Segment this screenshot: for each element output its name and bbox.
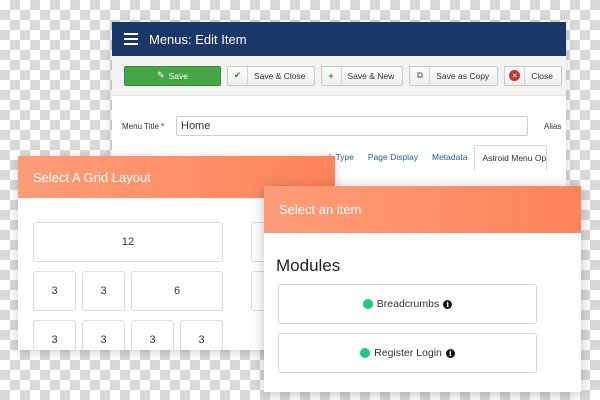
- module-label: Register Login: [374, 347, 442, 359]
- select-item-panel: Select an item Modules Breadcrumbs i Reg…: [264, 186, 581, 392]
- tab-metadata[interactable]: Metadata: [425, 145, 474, 170]
- module-breadcrumbs[interactable]: Breadcrumbs i: [278, 284, 537, 324]
- toolbar: ✎ Save ✔ Save & Close + Save & New ⧉ Sav…: [112, 56, 566, 96]
- page-title: Menus: Edit Item: [149, 31, 247, 47]
- menu-title-label: Menu Title *: [122, 121, 165, 131]
- grid-cell-3[interactable]: 3: [33, 271, 76, 311]
- menu-icon: [124, 33, 138, 45]
- menu-title-row: Menu Title * Home Alias: [122, 116, 561, 136]
- save-close-label: Save & Close: [254, 70, 306, 81]
- grid-cell-3[interactable]: 3: [82, 271, 125, 311]
- copy-icon: ⧉: [410, 66, 431, 85]
- grid-cell-12[interactable]: 12: [33, 222, 223, 262]
- module-register-login[interactable]: Register Login i: [278, 333, 537, 373]
- save-new-label: Save & New: [347, 70, 395, 81]
- menu-title-input[interactable]: Home: [176, 116, 528, 136]
- grid-cell-3[interactable]: 3: [82, 320, 125, 350]
- grid-cell-3[interactable]: 3: [131, 320, 174, 350]
- status-dot-icon: [360, 348, 371, 358]
- check-icon: ✔: [228, 66, 248, 85]
- tab-astroid-menu-options[interactable]: Astroid Menu Op: [474, 145, 548, 170]
- close-icon: ✕: [509, 70, 521, 81]
- save-new-button[interactable]: + Save & New: [320, 65, 404, 86]
- alias-label: Alias: [544, 121, 562, 131]
- save-button-label: Save: [168, 70, 188, 81]
- tab-page-display[interactable]: Page Display: [361, 145, 425, 170]
- close-label: Close: [531, 70, 553, 81]
- save-button[interactable]: ✎ Save: [124, 65, 221, 86]
- close-button[interactable]: ✕ Close: [504, 65, 562, 86]
- module-label: Breadcrumbs: [376, 298, 440, 310]
- select-item-header: Select an item: [264, 186, 581, 233]
- grid-cell-6[interactable]: 6: [131, 271, 223, 311]
- edit-tabs: k Type Page Display Metadata Astroid Men…: [322, 145, 548, 170]
- info-icon[interactable]: i: [445, 348, 455, 358]
- info-icon[interactable]: i: [443, 299, 453, 309]
- grid-cell-3[interactable]: 3: [180, 320, 223, 350]
- admin-header: Menus: Edit Item: [112, 22, 566, 56]
- status-dot-icon: [362, 299, 373, 309]
- save-copy-button[interactable]: ⧉ Save as Copy: [409, 65, 499, 86]
- save-icon: ✎: [157, 70, 165, 80]
- plus-icon: +: [322, 66, 342, 85]
- grid-cell-3[interactable]: 3: [33, 320, 76, 350]
- save-copy-label: Save as Copy: [436, 70, 490, 81]
- save-close-button[interactable]: ✔ Save & Close: [227, 65, 315, 86]
- modules-heading: Modules: [276, 256, 341, 275]
